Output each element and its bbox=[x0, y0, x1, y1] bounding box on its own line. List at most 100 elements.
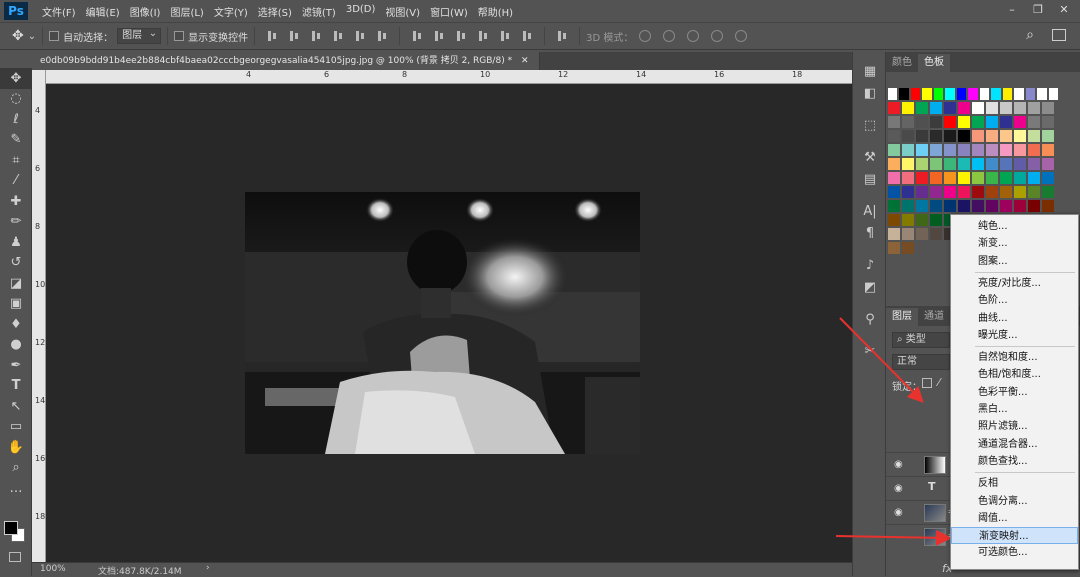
menu-item-6[interactable]: 滤镜(T) bbox=[302, 4, 336, 19]
color-swatch[interactable] bbox=[986, 172, 998, 184]
color-swatch[interactable] bbox=[944, 186, 956, 198]
color-swatch[interactable] bbox=[958, 144, 970, 156]
menu-item-9[interactable]: 窗口(W) bbox=[430, 4, 468, 19]
3d-roll-icon[interactable] bbox=[663, 30, 676, 42]
color-swatch[interactable] bbox=[899, 88, 909, 100]
document-tab[interactable]: e0db09b9bdd91b4ee2b884cbf4baea02cccbgeor… bbox=[32, 52, 540, 70]
eraser-tool-icon[interactable]: ◪ bbox=[0, 273, 32, 294]
search-icon[interactable]: ⌕ bbox=[1026, 27, 1034, 43]
auto-select-dropdown[interactable]: 图层 bbox=[117, 27, 162, 44]
color-swatch[interactable] bbox=[910, 88, 921, 100]
context-menu-item[interactable]: 反相 bbox=[951, 475, 1078, 492]
context-menu-item[interactable]: 照片滤镜... bbox=[951, 418, 1078, 435]
color-swatch[interactable] bbox=[1028, 144, 1040, 156]
color-swatch[interactable] bbox=[1000, 186, 1012, 198]
context-menu-item[interactable]: 亮度/对比度... bbox=[951, 275, 1078, 292]
lock-brush-icon[interactable]: ⁄ bbox=[938, 376, 940, 389]
color-swatch[interactable] bbox=[991, 88, 1001, 100]
color-swatch[interactable] bbox=[1002, 88, 1013, 100]
marquee-tool-icon[interactable]: ◌ bbox=[0, 89, 32, 110]
color-swatch[interactable] bbox=[1000, 130, 1012, 142]
auto-align-icon[interactable] bbox=[556, 30, 568, 42]
color-swatch[interactable] bbox=[944, 102, 956, 114]
menu-item-0[interactable]: 文件(F) bbox=[42, 4, 76, 19]
color-swatch[interactable] bbox=[1028, 130, 1040, 142]
color-swatch[interactable] bbox=[916, 200, 928, 212]
color-swatch[interactable] bbox=[958, 158, 970, 170]
align-hcenter-icon[interactable] bbox=[354, 30, 366, 42]
color-swatch[interactable] bbox=[958, 102, 970, 114]
menu-item-10[interactable]: 帮助(H) bbox=[478, 4, 513, 19]
brush-tool-icon[interactable]: ✏ bbox=[0, 212, 32, 233]
color-swatch[interactable] bbox=[1042, 130, 1054, 142]
3d-pan-icon[interactable] bbox=[687, 30, 700, 42]
align-top-icon[interactable] bbox=[266, 30, 278, 42]
color-swatch[interactable] bbox=[1000, 172, 1012, 184]
color-swatch[interactable] bbox=[972, 130, 984, 142]
document-image[interactable] bbox=[245, 192, 640, 454]
layer-filter-input[interactable]: ⌕ 类型 bbox=[892, 332, 950, 348]
history-panel-icon[interactable]: ▦ bbox=[853, 60, 887, 82]
color-swatch[interactable] bbox=[930, 186, 942, 198]
color-swatch[interactable] bbox=[958, 200, 970, 212]
color-swatch[interactable] bbox=[972, 102, 984, 114]
menu-item-2[interactable]: 图像(I) bbox=[130, 4, 161, 19]
context-menu-item[interactable]: 曝光度... bbox=[951, 327, 1078, 344]
status-menu-arrow[interactable]: › bbox=[206, 563, 210, 573]
tab-swatches[interactable]: 色板 bbox=[918, 54, 950, 72]
more-tools-icon[interactable]: … bbox=[0, 478, 32, 499]
tool-presets-icon[interactable]: ⚒ bbox=[853, 146, 887, 168]
context-menu-item[interactable]: 曲线... bbox=[951, 310, 1078, 327]
zoom-level[interactable]: 100% bbox=[40, 564, 66, 574]
color-swatch[interactable] bbox=[956, 88, 967, 100]
restore-button[interactable]: ❐ bbox=[1026, 2, 1050, 18]
color-swatch[interactable] bbox=[1037, 88, 1047, 100]
pen-tool-icon[interactable]: ✒ bbox=[0, 355, 32, 376]
dodge-tool-icon[interactable]: ● bbox=[0, 335, 32, 356]
context-menu-item[interactable]: 色彩平衡... bbox=[951, 384, 1078, 401]
color-swatch[interactable] bbox=[1014, 88, 1024, 100]
color-swatch[interactable] bbox=[930, 200, 942, 212]
color-swatch[interactable] bbox=[944, 116, 956, 128]
hand-tool-icon[interactable]: ✋ bbox=[0, 437, 32, 458]
history-brush-tool-icon[interactable]: ↺ bbox=[0, 253, 32, 274]
color-swatch[interactable] bbox=[888, 186, 900, 198]
layer-thumbnail[interactable] bbox=[924, 504, 946, 522]
menu-item-5[interactable]: 选择(S) bbox=[258, 4, 292, 19]
clone-source-icon[interactable]: ▤ bbox=[853, 168, 887, 190]
visibility-eye-icon[interactable]: ◉ bbox=[894, 483, 906, 495]
color-swatch[interactable] bbox=[958, 130, 970, 142]
color-swatch[interactable] bbox=[902, 242, 914, 254]
color-swatch[interactable] bbox=[933, 88, 944, 100]
styles-panel-icon[interactable]: ◩ bbox=[853, 276, 887, 298]
color-swatch[interactable] bbox=[1028, 158, 1040, 170]
color-swatch[interactable] bbox=[902, 144, 914, 156]
blur-tool-icon[interactable]: ♦ bbox=[0, 314, 32, 335]
context-menu-item[interactable]: 色相/饱和度... bbox=[951, 366, 1078, 383]
color-swatch[interactable] bbox=[930, 228, 942, 240]
color-swatch[interactable] bbox=[972, 116, 984, 128]
color-swatch[interactable] bbox=[888, 144, 900, 156]
color-swatch[interactable] bbox=[930, 102, 942, 114]
distribute-left-icon[interactable] bbox=[477, 30, 489, 42]
color-swatch[interactable] bbox=[1014, 144, 1026, 156]
color-swatch[interactable] bbox=[1025, 88, 1036, 100]
color-swatch[interactable] bbox=[986, 158, 998, 170]
glyphs-panel-icon[interactable]: ♪ bbox=[853, 254, 887, 276]
context-menu-item[interactable]: 图案... bbox=[951, 253, 1078, 270]
color-swatch[interactable] bbox=[902, 130, 914, 142]
color-swatch[interactable] bbox=[888, 200, 900, 212]
color-swatch[interactable] bbox=[888, 102, 900, 114]
quick-mask-icon[interactable] bbox=[9, 552, 21, 562]
color-swatch[interactable] bbox=[916, 144, 928, 156]
color-swatch[interactable] bbox=[986, 116, 998, 128]
color-swatch[interactable] bbox=[902, 228, 914, 240]
color-swatch[interactable] bbox=[944, 172, 956, 184]
context-menu-item[interactable]: 自然饱和度... bbox=[951, 349, 1078, 366]
color-swatch[interactable] bbox=[916, 214, 928, 226]
color-swatch[interactable] bbox=[986, 144, 998, 156]
color-swatch[interactable] bbox=[1000, 158, 1012, 170]
color-swatch[interactable] bbox=[916, 186, 928, 198]
menu-item-3[interactable]: 图层(L) bbox=[170, 4, 203, 19]
healing-brush-tool-icon[interactable]: ✚ bbox=[0, 191, 32, 212]
